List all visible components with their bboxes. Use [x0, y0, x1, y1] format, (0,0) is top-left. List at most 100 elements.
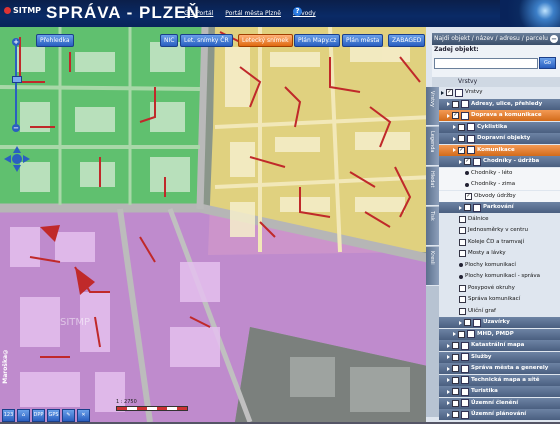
- radio-bullet-icon[interactable]: [459, 263, 463, 267]
- layer-row[interactable]: Chodníky - léto: [439, 167, 560, 179]
- expand-arrow-icon[interactable]: [447, 355, 450, 359]
- map-canvas[interactable]: SITMP: [0, 27, 432, 422]
- layer-checkbox[interactable]: ✓: [446, 89, 453, 96]
- layer-checkbox[interactable]: [458, 135, 465, 142]
- go-button[interactable]: Go: [539, 57, 556, 69]
- layer-row[interactable]: Posypové okruhy: [439, 283, 560, 294]
- expand-arrow-icon[interactable]: [453, 136, 456, 141]
- layer-row[interactable]: Adresy, ulice, přehledy: [439, 98, 560, 110]
- tab-draw[interactable]: Kresli: [426, 247, 439, 286]
- layer-checkbox[interactable]: [452, 399, 459, 407]
- layer-checkbox[interactable]: [458, 123, 465, 131]
- layer-row[interactable]: Cyklistika: [439, 121, 560, 133]
- aerial-photo-button[interactable]: Letecký snímek: [238, 34, 293, 47]
- expand-arrow-icon[interactable]: [447, 113, 450, 118]
- layer-checkbox[interactable]: [459, 215, 466, 223]
- none-basemap-button[interactable]: NIC: [160, 34, 179, 47]
- radio-bullet-icon[interactable]: [465, 171, 469, 175]
- mapy-cz-button[interactable]: Plán Mapy.cz: [294, 34, 341, 47]
- layer-row[interactable]: Uliční graf: [439, 306, 560, 317]
- radio-bullet-icon[interactable]: [465, 182, 469, 187]
- expand-arrow-icon[interactable]: [447, 401, 450, 405]
- layer-checkbox[interactable]: [452, 388, 459, 395]
- expand-arrow-icon[interactable]: [447, 378, 450, 382]
- overview-button[interactable]: Přehledka: [36, 34, 74, 47]
- layer-row[interactable]: Územní plánování: [439, 409, 560, 420]
- expand-arrow-icon[interactable]: [441, 90, 444, 95]
- search-input[interactable]: [434, 58, 538, 69]
- gis-portal-link[interactable]: GIS Portál: [184, 10, 213, 17]
- help-icon[interactable]: ?: [293, 7, 302, 16]
- layer-checkbox[interactable]: [452, 365, 459, 372]
- map-view[interactable]: SITMP: [0, 27, 432, 422]
- expand-arrow-icon[interactable]: [453, 125, 456, 129]
- layer-row[interactable]: ✓ Doprava a komunikace: [439, 110, 560, 121]
- tab-legend[interactable]: Legenda: [426, 127, 439, 166]
- layer-row[interactable]: Dálnice: [439, 214, 560, 225]
- zoom-in-button[interactable]: +: [12, 38, 20, 46]
- clear-tool-button[interactable]: ✕: [77, 409, 90, 422]
- layer-row[interactable]: Katastrální mapa: [439, 340, 560, 351]
- layer-checkbox[interactable]: [459, 250, 466, 257]
- expand-arrow-icon[interactable]: [447, 102, 450, 106]
- layer-checkbox[interactable]: [452, 353, 459, 361]
- collapse-icon[interactable]: −: [550, 35, 558, 43]
- layer-row[interactable]: Turistika: [439, 386, 560, 397]
- zabaged-button[interactable]: ZABAGED: [388, 34, 426, 47]
- zoom-track[interactable]: [12, 46, 22, 124]
- layer-row[interactable]: ✓ Komunikace: [439, 144, 560, 156]
- layer-row[interactable]: Správa komunikací: [439, 294, 560, 305]
- layer-checkbox[interactable]: [464, 204, 471, 211]
- layer-row[interactable]: Mosty a lávky: [439, 248, 560, 259]
- gps-tool-button[interactable]: GPS: [47, 409, 60, 422]
- expand-arrow-icon[interactable]: [453, 332, 456, 336]
- layer-checkbox[interactable]: ✓: [452, 112, 459, 119]
- expand-arrow-icon[interactable]: [459, 320, 462, 325]
- layer-checkbox[interactable]: [459, 227, 466, 234]
- layer-checkbox[interactable]: [458, 330, 465, 338]
- layer-checkbox[interactable]: [452, 411, 459, 418]
- dpp-tool-button[interactable]: DPP: [32, 409, 45, 422]
- tab-layers[interactable]: Vrstvy: [426, 87, 439, 126]
- aerial-cr-button[interactable]: Let. snímky ČR: [180, 34, 233, 47]
- tab-print[interactable]: Tisk: [426, 207, 439, 246]
- layer-checkbox[interactable]: [452, 100, 459, 108]
- layer-checkbox[interactable]: [459, 284, 466, 292]
- layer-checkbox[interactable]: ✓: [464, 158, 471, 165]
- sitmp-logo[interactable]: SITMP: [4, 6, 41, 15]
- draw-tool-button[interactable]: ✎: [62, 409, 75, 422]
- layer-row[interactable]: Správa města a generely: [439, 363, 560, 374]
- home-tool-button[interactable]: ⌂: [17, 409, 30, 422]
- layer-row[interactable]: ✓ Chodníky - údržba: [439, 156, 560, 167]
- layer-checkbox[interactable]: [464, 319, 471, 326]
- expand-arrow-icon[interactable]: [459, 205, 462, 210]
- radio-bullet-icon[interactable]: [459, 274, 463, 279]
- zoom-slider-thumb[interactable]: [12, 76, 22, 83]
- tab-search[interactable]: Hledat: [426, 167, 439, 206]
- layer-row[interactable]: Plochy komunikací: [439, 260, 560, 271]
- layer-row[interactable]: ✓ Obvody údržby: [439, 190, 560, 202]
- layer-row[interactable]: Služby: [439, 351, 560, 363]
- zoom-out-button[interactable]: −: [12, 124, 20, 132]
- expand-arrow-icon[interactable]: [453, 148, 456, 152]
- layer-checkbox[interactable]: ✓: [458, 146, 465, 154]
- expand-arrow-icon[interactable]: [447, 389, 450, 394]
- layer-checkbox[interactable]: [459, 238, 466, 246]
- layer-row[interactable]: ✓ Vrstvy: [439, 87, 560, 98]
- expand-arrow-icon[interactable]: [459, 159, 462, 164]
- layer-row[interactable]: Uzavírky: [439, 317, 560, 328]
- layer-row[interactable]: Koleje ČD a tramvají: [439, 237, 560, 248]
- layer-row[interactable]: Územní členění: [439, 397, 560, 409]
- expand-arrow-icon[interactable]: [447, 412, 450, 417]
- expand-arrow-icon[interactable]: [447, 343, 450, 348]
- expand-arrow-icon[interactable]: [447, 366, 450, 371]
- layer-checkbox[interactable]: [452, 376, 459, 384]
- layer-row[interactable]: Jednosměrky v centru: [439, 225, 560, 236]
- layer-row[interactable]: MHD, PMDP: [439, 328, 560, 340]
- layer-row[interactable]: Technická mapa a sítě: [439, 374, 560, 386]
- city-portal-link[interactable]: Portál města Plzně: [225, 10, 281, 17]
- layer-checkbox[interactable]: [459, 307, 466, 315]
- layer-row[interactable]: Plochy komunikací - správa: [439, 271, 560, 282]
- layer-checkbox[interactable]: [459, 296, 466, 303]
- city-plan-button[interactable]: Plán města: [342, 34, 384, 47]
